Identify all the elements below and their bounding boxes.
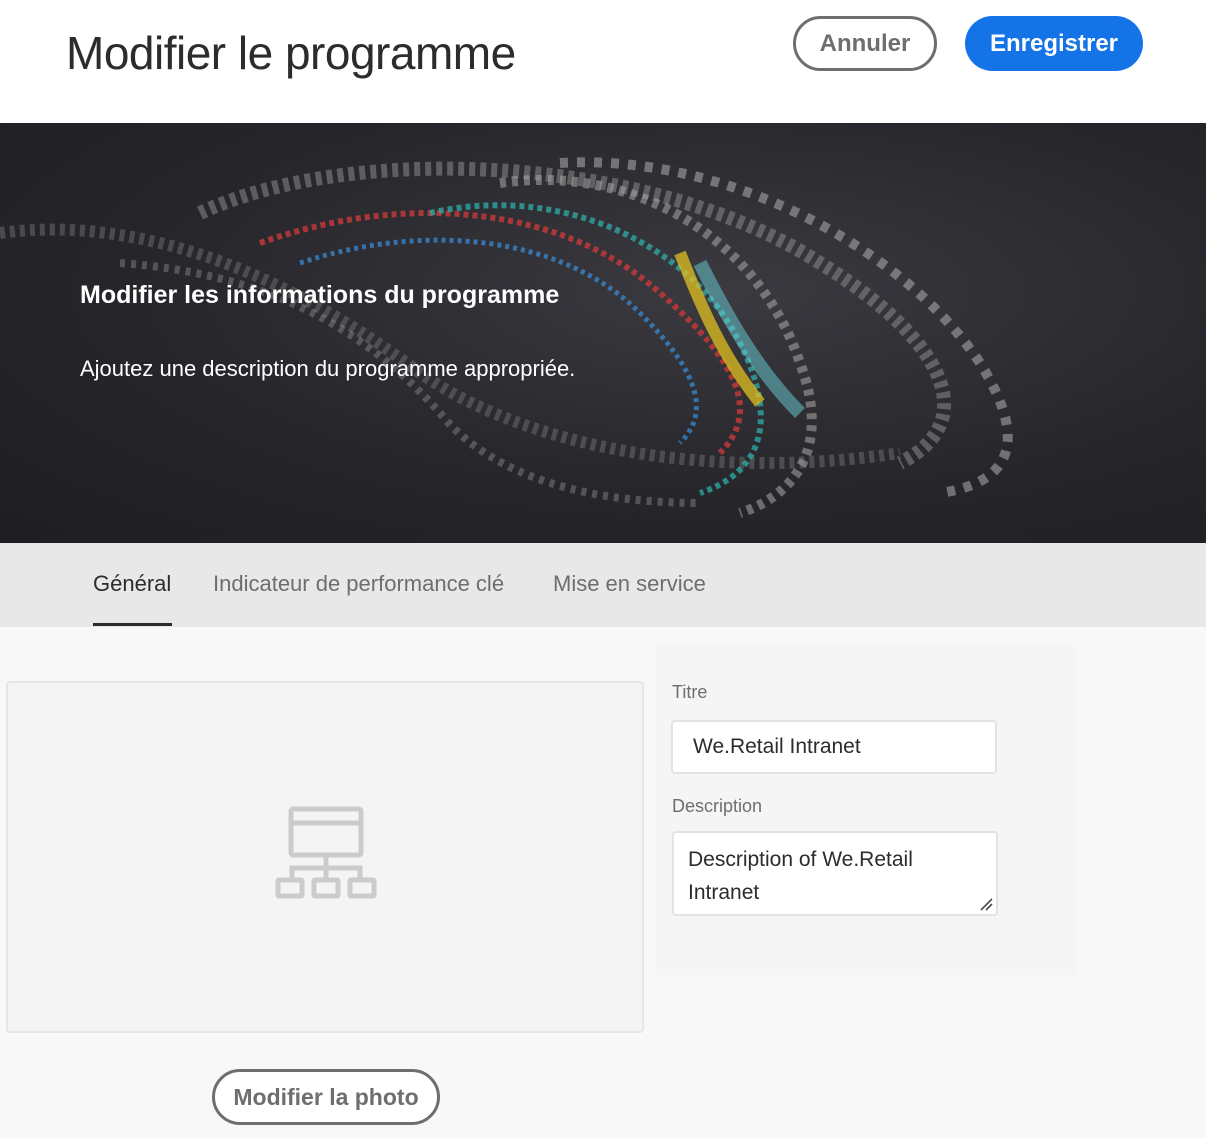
hero-banner: Modifier les informations du programme A… — [0, 123, 1206, 543]
tab-go-live[interactable]: Mise en service — [553, 571, 706, 597]
hero-description: Ajoutez une description du programme app… — [80, 356, 576, 381]
description-textarea[interactable]: Description of We.Retail Intranet — [672, 831, 998, 916]
hero-background-image — [0, 157, 1013, 518]
change-photo-button[interactable]: Modifier la photo — [212, 1069, 440, 1125]
description-text: Description of We.Retail Intranet — [688, 848, 913, 904]
resize-grip-icon[interactable] — [979, 897, 993, 911]
site-structure-icon — [275, 806, 377, 899]
tab-general[interactable]: Général — [93, 571, 171, 597]
tab-bar: Général Indicateur de performance clé Mi… — [0, 543, 1206, 627]
title-input[interactable]: We.Retail Intranet — [671, 720, 997, 774]
header: Modifier le programme Annuler Enregistre… — [0, 0, 1206, 123]
cancel-button[interactable]: Annuler — [793, 16, 937, 71]
hero-title: Modifier les informations du programme — [80, 281, 560, 309]
title-label: Titre — [672, 682, 708, 702]
tab-kpi[interactable]: Indicateur de performance clé — [213, 571, 504, 597]
image-placeholder — [6, 681, 644, 1033]
save-button[interactable]: Enregistrer — [965, 16, 1143, 71]
page-title: Modifier le programme — [66, 27, 516, 79]
active-tab-indicator — [93, 623, 172, 626]
description-label: Description — [672, 796, 763, 816]
